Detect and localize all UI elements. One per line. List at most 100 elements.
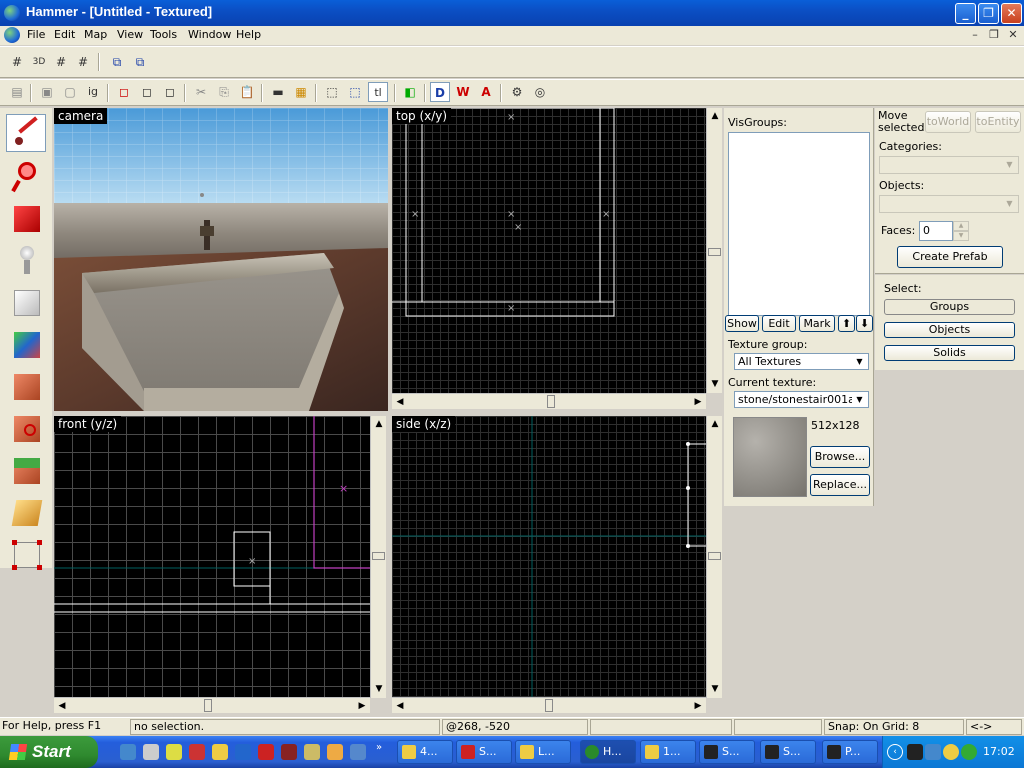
display-area-icon[interactable]: A	[476, 82, 496, 102]
task-button[interactable]: 4...	[397, 740, 453, 764]
scroll-thumb[interactable]	[708, 552, 721, 560]
camera-viewport[interactable]: camera	[54, 108, 388, 411]
clipping-tool-icon[interactable]	[6, 494, 46, 532]
to-entity-button[interactable]: toEntity	[975, 111, 1021, 133]
browse-button[interactable]: Browse...	[810, 446, 870, 468]
faces-input[interactable]: 0	[919, 221, 953, 241]
scroll-thumb[interactable]	[372, 552, 385, 560]
scroll-thumb[interactable]	[708, 248, 721, 256]
title-bar[interactable]: Hammer - [Untitled - Textured] _ ❐ ✕	[0, 0, 1024, 26]
menu-view[interactable]: View	[117, 28, 143, 41]
texture-tool-icon[interactable]	[6, 326, 46, 364]
scroll-right-icon[interactable]: ▶	[690, 698, 706, 714]
menu-window[interactable]: Window	[188, 28, 231, 41]
task-button[interactable]: S...	[456, 740, 512, 764]
cascade-windows-icon[interactable]: ⧉	[130, 52, 150, 72]
icq-tray-icon[interactable]	[961, 744, 977, 760]
top-viewport[interactable]: × × × × × × top (x/y)	[392, 108, 706, 393]
display-vis-icon[interactable]: W	[453, 82, 473, 102]
flip-icon[interactable]: ◧	[400, 82, 420, 102]
entity-tool-icon[interactable]	[6, 242, 46, 280]
top-viewport-hscroll[interactable]: ◀ ▶	[392, 393, 706, 409]
scroll-thumb[interactable]	[204, 699, 212, 712]
scroll-down-icon[interactable]: ▼	[371, 681, 387, 697]
scroll-left-icon[interactable]: ◀	[392, 698, 408, 714]
front-viewport-hscroll[interactable]: ◀ ▶	[54, 697, 370, 713]
selection-tool-icon[interactable]	[6, 114, 46, 152]
hide-unselected-icon[interactable]: ◻	[137, 82, 157, 102]
side-viewport-hscroll[interactable]: ◀ ▶	[392, 697, 706, 713]
paste-icon[interactable]: 📋	[237, 82, 257, 102]
copy-icon[interactable]: ⎘	[214, 82, 234, 102]
quicklaunch-expand-icon[interactable]: »	[376, 742, 384, 762]
chevron-down-icon[interactable]: ▼	[1002, 197, 1017, 211]
mdi-minimize-icon[interactable]: –	[967, 28, 983, 42]
chevron-down-icon[interactable]: ▼	[852, 355, 867, 369]
mdi-close-icon[interactable]: ✕	[1005, 28, 1021, 42]
task-button[interactable]: L...	[515, 740, 571, 764]
menu-help[interactable]: Help	[236, 28, 261, 41]
tool-launch-icon[interactable]	[212, 744, 228, 760]
to-world-button[interactable]: toWorld	[925, 111, 971, 133]
close-icon[interactable]: ✕	[1001, 3, 1022, 24]
app5-launch-icon[interactable]	[304, 744, 320, 760]
network-tray-icon[interactable]	[925, 744, 941, 760]
app6-launch-icon[interactable]	[327, 744, 343, 760]
camera-tool-icon[interactable]	[6, 200, 46, 238]
tile-windows-icon[interactable]: ⧉	[107, 52, 127, 72]
texture-scale-lock-icon[interactable]: ▦	[291, 82, 311, 102]
task-button-hammer[interactable]: H...	[580, 740, 636, 764]
top-viewport-vscroll[interactable]: ▲ ▼	[706, 108, 722, 393]
ungroup-icon[interactable]: ▢	[60, 82, 80, 102]
apply-texture-icon[interactable]	[6, 368, 46, 406]
menu-tools[interactable]: Tools	[150, 28, 177, 41]
scroll-up-icon[interactable]: ▲	[371, 416, 387, 432]
visgroups-show-button[interactable]: Show	[725, 315, 759, 332]
scroll-thumb[interactable]	[547, 395, 555, 408]
scroll-left-icon[interactable]: ◀	[54, 698, 70, 714]
task-button[interactable]: 1...	[640, 740, 696, 764]
menu-map[interactable]: Map	[84, 28, 107, 41]
hammer-app-icon[interactable]	[4, 5, 20, 21]
tray-expand-icon[interactable]: ‹	[887, 744, 903, 760]
document-icon[interactable]	[4, 27, 20, 43]
visgroups-edit-button[interactable]: Edit	[762, 315, 796, 332]
vertex-tool-icon[interactable]	[6, 536, 46, 574]
visgroups-list[interactable]	[728, 132, 870, 316]
move-up-icon[interactable]: ⬆	[838, 315, 855, 332]
selection-handles-icon[interactable]: ⬚	[322, 82, 342, 102]
categories-select[interactable]: ▼	[879, 156, 1019, 174]
ignore-groups-icon[interactable]: ig	[83, 82, 103, 102]
grid-larger-icon[interactable]: #	[73, 52, 93, 72]
current-texture-select[interactable]: stone/stonestair001a ▼	[734, 391, 869, 408]
chevron-down-icon[interactable]: ▼	[852, 393, 867, 407]
messenger-tray-icon[interactable]	[943, 744, 959, 760]
toggle-texlock-icon[interactable]: tl	[368, 82, 388, 102]
magnify-tool-icon[interactable]	[6, 158, 46, 196]
spin-up-icon[interactable]: ▲	[953, 221, 969, 231]
calc-launch-icon[interactable]	[143, 744, 159, 760]
start-button[interactable]: Start	[0, 736, 98, 768]
spin-down-icon[interactable]: ▼	[953, 231, 969, 241]
scroll-right-icon[interactable]: ▶	[354, 698, 370, 714]
scroll-down-icon[interactable]: ▼	[707, 376, 723, 392]
task-button[interactable]: P...	[822, 740, 878, 764]
front-viewport[interactable]: × × front (y/z)	[54, 416, 370, 698]
app3-launch-icon[interactable]	[258, 744, 274, 760]
move-down-icon[interactable]: ⬇	[856, 315, 873, 332]
front-viewport-vscroll[interactable]: ▲ ▼	[370, 416, 386, 698]
texture-preview[interactable]	[733, 417, 807, 497]
app-launch-icon[interactable]	[166, 744, 182, 760]
side-viewport[interactable]: side (x/z)	[392, 416, 706, 698]
block-tool-icon[interactable]	[6, 284, 46, 322]
cut-icon[interactable]: ✂	[191, 82, 211, 102]
minimize-icon[interactable]: _	[955, 3, 976, 24]
task-button[interactable]: S...	[699, 740, 755, 764]
menu-file[interactable]: File	[27, 28, 45, 41]
select-by-handle-icon[interactable]: ⬚	[345, 82, 365, 102]
grid-toggle-icon[interactable]: #	[7, 52, 27, 72]
carve-icon[interactable]: ▤	[7, 82, 27, 102]
overlay-tool-icon[interactable]	[6, 452, 46, 490]
create-prefab-button[interactable]: Create Prefab	[897, 246, 1003, 268]
scroll-down-icon[interactable]: ▼	[707, 681, 723, 697]
